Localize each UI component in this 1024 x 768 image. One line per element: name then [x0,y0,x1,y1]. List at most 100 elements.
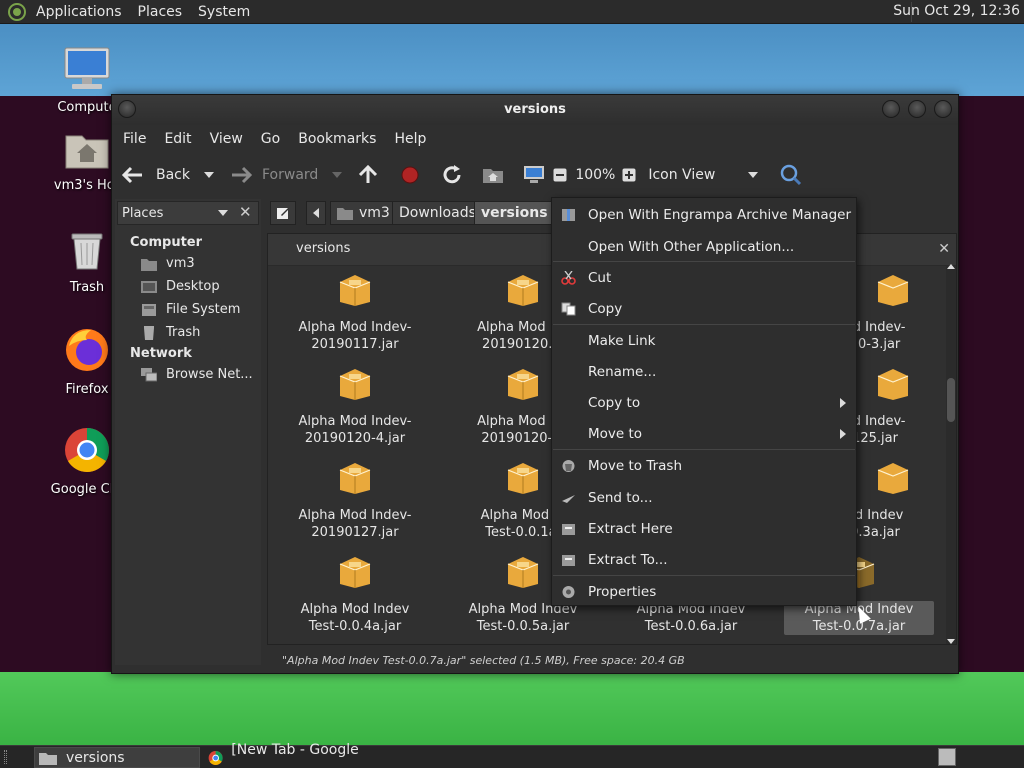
file-label: Alpha Mod Indev Test-0.0.4a.jar [280,601,430,635]
sidebar-item-trash[interactable]: Trash [141,321,261,344]
computer-icon [64,47,110,89]
context-menu-item-label: Cut [588,270,612,286]
menu-places[interactable]: Places [130,4,191,20]
search-icon[interactable] [780,164,802,186]
minimize-button[interactable] [882,100,900,118]
stop-icon[interactable] [400,165,420,185]
back-history-dropdown[interactable] [204,172,214,178]
file-label: Alpha Mod Indev- 20190117.jar [280,319,430,353]
sidebar-item-label: Browse Net... [166,367,253,382]
taskbar-item-versions[interactable]: versions [34,747,200,768]
toggle-location-entry-button[interactable] [270,201,296,225]
file-item[interactable]: Alpha Mod Indev- 20190120-4.jar [280,366,430,447]
context-menu-item-rename[interactable]: Rename... [552,357,856,387]
context-menu-item-label: Copy to [588,395,641,411]
menu-go[interactable]: Go [254,131,287,147]
file-name-line: Test-0.0.6a.jar [644,619,738,634]
home-folder-icon [337,208,353,220]
desktop-sky [0,24,1024,96]
sidebar-item-desktop[interactable]: Desktop [141,275,261,298]
home-folder-icon [65,135,109,169]
scroll-down-arrow-icon[interactable] [947,639,955,644]
sidebar-item-vm3[interactable]: vm3 [141,252,261,275]
bottom-panel: versions [New Tab - Google ... [0,742,1024,768]
folder-icon [39,752,57,765]
zoom-in-icon[interactable] [622,168,636,182]
path-segment-versions[interactable]: versions [474,201,555,225]
taskbar-item-chrome[interactable]: [New Tab - Google ... [204,742,370,768]
close-button[interactable] [934,100,952,118]
home-icon[interactable] [482,166,504,184]
chrome-icon [208,750,223,765]
chevron-left-icon [313,208,319,218]
context-menu-item-open-with-engrampa-archive-manager[interactable]: Open With Engrampa Archive Manager [552,200,856,230]
path-segment-downloads[interactable]: Downloads [392,201,483,225]
zoom-out-icon[interactable] [553,168,567,182]
file-item[interactable]: Alpha Mod Indev- 20190127.jar [280,460,430,541]
path-segment-vm3[interactable]: vm3 [330,201,397,225]
path-segment-label: vm3 [359,205,390,221]
menu-view[interactable]: View [203,131,250,147]
jar-package-icon [507,369,539,400]
mate-logo-icon[interactable] [8,2,26,21]
extract-to-icon [562,555,575,566]
context-menu-item-move-to-trash[interactable]: Move to Trash [552,451,856,481]
maximize-button[interactable] [908,100,926,118]
sidebar-item-browse-network[interactable]: Browse Net... [141,363,261,386]
file-name-line: Alpha Mod Indev- [298,508,412,523]
scrollbar-thumb[interactable] [947,378,955,422]
window-title: versions [504,102,566,117]
menu-help[interactable]: Help [387,131,433,147]
sidebar-item-filesystem[interactable]: File System [141,298,261,321]
reload-icon[interactable] [441,164,463,186]
back-button[interactable]: Back [122,160,190,190]
context-menu-item-label: Send to... [588,490,653,506]
submenu-arrow-icon [840,429,846,439]
menu-bookmarks[interactable]: Bookmarks [291,131,383,147]
up-arrow-icon[interactable] [358,165,378,185]
vertical-scrollbar[interactable] [946,264,956,644]
forward-label: Forward [262,167,319,183]
forward-button[interactable]: Forward [230,160,318,190]
menu-system[interactable]: System [190,4,258,20]
context-menu-item-label: Make Link [588,333,656,349]
taskbar-item-label: versions [66,749,125,766]
window-titlebar[interactable]: versions [112,95,958,125]
zoom-level[interactable]: 100% [575,167,615,183]
scroll-up-arrow-icon[interactable] [947,264,955,269]
menu-file[interactable]: File [116,131,153,147]
sidebar-item-label: File System [166,302,241,317]
context-menu-item-extract-here[interactable]: Extract Here [552,514,856,544]
computer-icon[interactable] [523,165,545,185]
clock[interactable]: Sun Oct 29, 12:36 [893,3,1020,19]
context-menu-item-open-with-other-application[interactable]: Open With Other Application... [552,232,856,262]
sidebar-item-label: Trash [166,325,201,340]
context-menu-item-extract-to[interactable]: Extract To... [552,545,856,575]
view-mode-select[interactable]: Icon View [648,167,748,183]
sidebar-section-network: Network [130,346,192,361]
pane-close-icon[interactable]: ✕ [938,234,950,264]
context-menu-item-send-to[interactable]: Send to... [552,483,856,513]
context-menu-item-copy-to[interactable]: Copy to [552,388,856,418]
toolbar: Back Forward 100% Icon View [112,153,958,197]
context-menu-item-move-to[interactable]: Move to [552,419,856,449]
path-scroll-left-button[interactable] [306,201,326,225]
context-menu-item-cut[interactable]: Cut [552,263,856,293]
trash-icon [144,325,154,340]
menu-applications[interactable]: Applications [28,4,130,20]
window-menu-button[interactable] [118,100,136,118]
top-panel: Applications Places System Sun Oct 29, 1… [0,0,1024,24]
back-arrow-icon [122,166,142,184]
context-menu-item-make-link[interactable]: Make Link [552,326,856,356]
archive-icon [562,209,575,221]
forward-history-dropdown[interactable] [332,172,343,178]
view-mode-dropdown-arrow[interactable] [748,172,759,178]
menu-edit[interactable]: Edit [157,131,198,147]
file-name-line: 20190127.jar [311,525,399,540]
panel-handle[interactable] [4,750,7,764]
file-item[interactable]: Alpha Mod Indev Test-0.0.4a.jar [280,554,430,635]
context-menu-item-properties[interactable]: Properties [552,577,856,607]
show-desktop-button[interactable] [938,748,956,766]
context-menu-item-copy[interactable]: Copy [552,294,856,324]
file-item[interactable]: Alpha Mod Indev- 20190117.jar [280,272,430,353]
